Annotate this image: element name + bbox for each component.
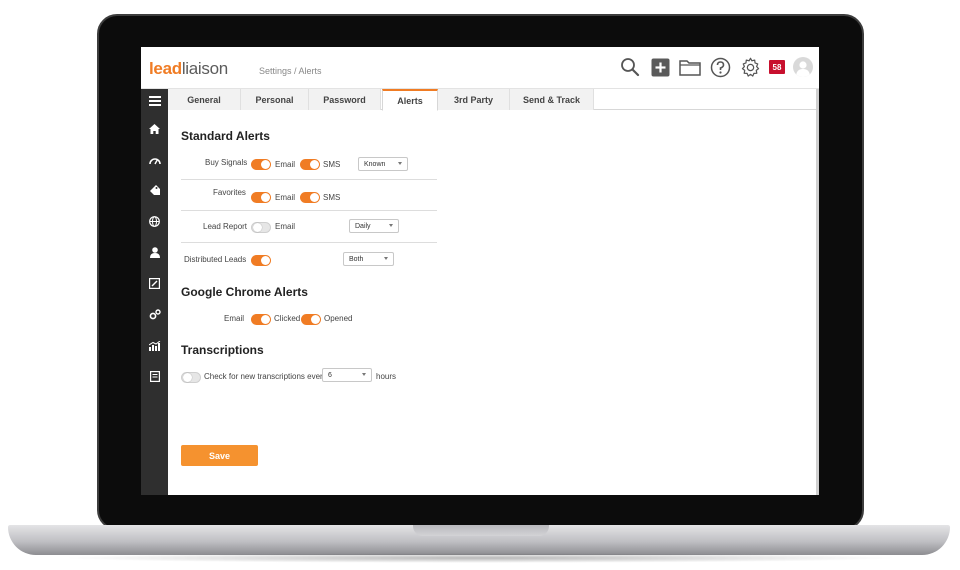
app-logo[interactable]: leadliaison [149, 59, 228, 79]
breadcrumb: Settings / Alerts [259, 66, 322, 76]
buy-signals-label: Buy Signals [205, 158, 248, 167]
transcriptions-check-label: Check for new transcriptions every [204, 372, 327, 381]
select-value: 6 [328, 371, 332, 379]
chevron-down-icon [384, 257, 388, 260]
toggle-knob [261, 193, 270, 202]
buy-signals-email-toggle[interactable] [251, 159, 271, 170]
toggle-knob [253, 223, 262, 232]
report-icon[interactable] [141, 361, 168, 392]
scrollbar[interactable] [816, 89, 819, 495]
top-icons: 58 [619, 55, 813, 79]
chrome-clicked-label: Clicked [274, 314, 301, 323]
tag-icon[interactable] [141, 175, 168, 206]
globe-icon[interactable] [141, 206, 168, 237]
alerts-content: Standard Alerts Buy Signals Email SMS Kn… [168, 111, 816, 495]
toggle-knob [261, 256, 270, 265]
dashboard-icon[interactable] [141, 144, 168, 175]
toggle-knob [183, 373, 192, 382]
chevron-down-icon [389, 224, 393, 227]
buy-signals-sms-toggle[interactable] [300, 159, 320, 170]
tab-3rd-party[interactable]: 3rd Party [438, 89, 510, 110]
gear-icon[interactable] [739, 56, 761, 78]
lead-report-email-label: Email [275, 222, 296, 231]
add-icon[interactable] [649, 56, 671, 78]
row-divider [181, 179, 437, 180]
toggle-knob [311, 315, 320, 324]
row-divider [181, 210, 437, 211]
distributed-leads-select[interactable]: Both [343, 252, 394, 266]
favorites-sms-label: SMS [323, 193, 341, 202]
tab-password[interactable]: Password [309, 89, 381, 110]
logo-liaison: liaison [181, 59, 228, 78]
folder-icon[interactable] [679, 56, 701, 78]
favorites-sms-toggle[interactable] [300, 192, 320, 203]
lead-report-label: Lead Report [203, 222, 248, 231]
tab-alerts[interactable]: Alerts [382, 89, 438, 111]
transcriptions-title: Transcriptions [181, 343, 264, 357]
app-screen: leadliaison Settings / Alerts 58 General… [141, 47, 819, 495]
select-value: Both [349, 255, 364, 263]
sidebar [141, 89, 168, 495]
standard-alerts-title: Standard Alerts [181, 129, 270, 143]
transcriptions-toggle[interactable] [181, 372, 201, 383]
top-bar: leadliaison Settings / Alerts 58 [141, 47, 819, 89]
transcriptions-interval-select[interactable]: 6 [322, 368, 372, 382]
lead-report-select[interactable]: Daily [349, 219, 399, 233]
logo-lead: lead [149, 59, 182, 78]
select-value: Daily [355, 222, 371, 230]
chrome-email-label: Email [224, 314, 245, 323]
chrome-clicked-toggle[interactable] [301, 314, 321, 325]
favorites-label: Favorites [213, 188, 246, 197]
help-icon[interactable] [709, 56, 731, 78]
settings-tabs: General Personal Password Alerts 3rd Par… [168, 89, 816, 111]
user-icon[interactable] [141, 237, 168, 268]
home-icon[interactable] [141, 113, 168, 144]
tab-personal[interactable]: Personal [241, 89, 309, 110]
favorites-email-toggle[interactable] [251, 192, 271, 203]
laptop-notch [413, 525, 549, 536]
toggle-knob [310, 160, 319, 169]
notification-badge[interactable]: 58 [769, 60, 785, 74]
laptop-shadow [60, 553, 900, 563]
settings-gears-icon[interactable] [141, 299, 168, 330]
menu-icon[interactable] [141, 89, 168, 113]
toggle-knob [261, 315, 270, 324]
chevron-down-icon [362, 373, 366, 376]
chrome-email-toggle[interactable] [251, 314, 271, 325]
buy-signals-select[interactable]: Known [358, 157, 408, 171]
buy-signals-email-label: Email [275, 160, 296, 169]
toggle-knob [310, 193, 319, 202]
search-icon[interactable] [619, 56, 641, 78]
tab-general[interactable]: General [168, 89, 241, 110]
transcriptions-unit-label: hours [376, 372, 397, 381]
favorites-email-label: Email [275, 193, 296, 202]
chevron-down-icon [398, 162, 402, 165]
avatar[interactable] [793, 57, 813, 77]
chart-icon[interactable] [141, 330, 168, 361]
lead-report-email-toggle[interactable] [251, 222, 271, 233]
edit-icon[interactable] [141, 268, 168, 299]
select-value: Known [364, 160, 386, 168]
chrome-alerts-title: Google Chrome Alerts [181, 285, 308, 299]
chrome-opened-label: Opened [324, 314, 353, 323]
row-divider [181, 242, 437, 243]
toggle-knob [261, 160, 270, 169]
distributed-leads-toggle[interactable] [251, 255, 271, 266]
distributed-leads-label: Distributed Leads [184, 255, 247, 264]
buy-signals-sms-label: SMS [323, 160, 341, 169]
tab-send-track[interactable]: Send & Track [510, 89, 594, 110]
save-button[interactable]: Save [181, 445, 258, 466]
